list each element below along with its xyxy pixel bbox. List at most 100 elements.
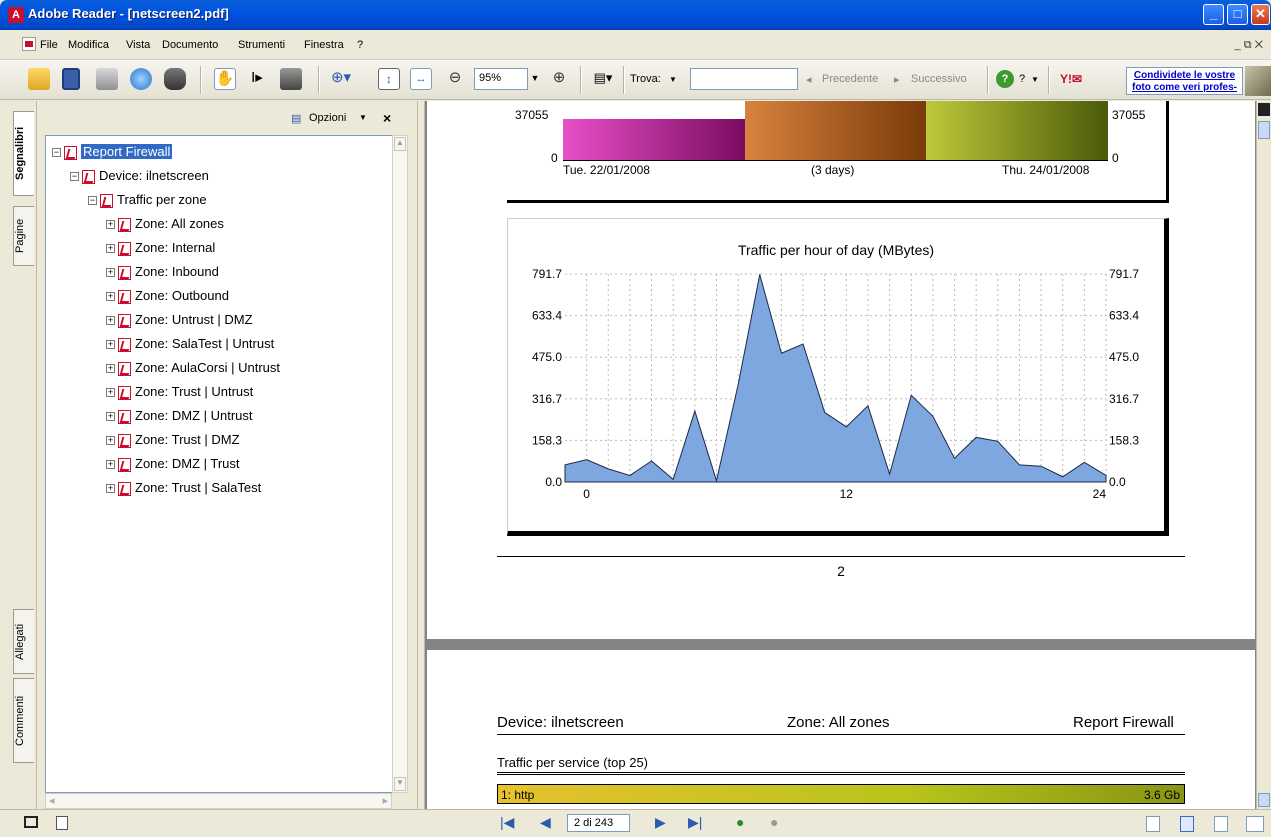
menu-file[interactable]: File — [40, 39, 58, 51]
single-page-icon[interactable] — [1146, 816, 1160, 832]
scroll-up-icon[interactable]: ▲ — [394, 137, 406, 151]
zoom-out-icon[interactable]: ⊖ — [444, 68, 466, 90]
expand-icon[interactable]: + — [106, 220, 115, 230]
bookmark-item[interactable]: − Traffic per zone — [88, 190, 207, 210]
go-forward-icon[interactable]: ● — [770, 814, 778, 830]
close-panel-icon[interactable]: × — [383, 110, 391, 126]
previous-icon[interactable]: ◂ — [806, 73, 812, 86]
bookmark-item[interactable]: − Report Firewall — [52, 142, 173, 162]
menu-finestra[interactable]: Finestra — [304, 39, 344, 51]
bookmark-item[interactable]: + Zone: DMZ | Untrust — [106, 406, 253, 426]
bookmark-item[interactable]: + Zone: Inbound — [106, 262, 219, 282]
scroll-thumb[interactable] — [1258, 121, 1270, 139]
expand-icon[interactable]: + — [106, 436, 115, 446]
minimize-button[interactable]: _ — [1203, 4, 1224, 25]
bookmarks-vertical-scrollbar[interactable]: ▲ ▼ — [392, 135, 408, 793]
collapse-icon[interactable]: − — [88, 196, 97, 206]
continuous-facing-icon[interactable] — [1246, 816, 1264, 832]
expand-icon[interactable]: + — [106, 460, 115, 470]
tab-comments[interactable]: Commenti — [13, 678, 34, 763]
scroll-down-icon[interactable] — [1258, 793, 1270, 807]
expand-icon[interactable]: + — [106, 316, 115, 326]
print-icon[interactable] — [96, 68, 118, 90]
yahoo-icon[interactable]: Y!✉ — [1060, 68, 1100, 90]
bookmark-item[interactable]: + Zone: Untrust | DMZ — [106, 310, 253, 330]
maximize-button[interactable]: □ — [1227, 4, 1248, 25]
tab-pages[interactable]: Pagine — [13, 206, 34, 266]
previous-button[interactable]: Precedente — [822, 73, 878, 85]
next-icon[interactable]: ▸ — [894, 73, 900, 86]
ad-image[interactable] — [1245, 66, 1271, 96]
zoom-field[interactable]: 95% — [474, 68, 528, 90]
previous-page-icon[interactable]: ◀ — [540, 814, 551, 831]
snapshot-icon[interactable] — [280, 68, 302, 90]
expand-icon[interactable]: + — [106, 244, 115, 254]
bookmark-item[interactable]: + Zone: Trust | DMZ — [106, 430, 240, 450]
continuous-icon[interactable] — [1180, 816, 1194, 832]
menu-vista[interactable]: Vista — [126, 39, 150, 51]
fit-width-icon[interactable]: ↔ — [410, 68, 432, 90]
select-tool-icon[interactable]: I▸ — [246, 68, 268, 90]
bookmark-item[interactable]: + Zone: Outbound — [106, 286, 229, 306]
fit-page-icon[interactable]: ↕ — [378, 68, 400, 90]
collapse-icon[interactable]: − — [70, 172, 79, 182]
bookmark-item[interactable]: + Zone: Trust | SalaTest — [106, 478, 261, 498]
options-button[interactable]: Opzioni — [309, 112, 346, 124]
help-icon[interactable]: ? — [996, 70, 1014, 88]
next-page-icon[interactable]: ▶ — [655, 814, 666, 831]
bookmark-item[interactable]: + Zone: AulaCorsi | Untrust — [106, 358, 280, 378]
menu-help[interactable]: ? — [357, 39, 363, 51]
bookmarks-horizontal-scrollbar[interactable]: ◂ ▸ — [45, 793, 392, 809]
menu-modifica[interactable]: Modifica — [68, 39, 109, 51]
expand-icon[interactable]: + — [106, 292, 115, 302]
options-dropdown-icon[interactable]: ▼ — [359, 113, 367, 122]
ad-banner[interactable]: Condividete le vostre foto come veri pro… — [1126, 67, 1243, 95]
page-icon[interactable] — [56, 816, 68, 830]
menu-documento[interactable]: Documento — [162, 39, 218, 51]
binoculars-icon[interactable] — [164, 68, 186, 90]
document-vertical-scrollbar[interactable] — [1256, 101, 1271, 809]
page-layout-icon[interactable]: ▤▾ — [588, 68, 618, 90]
bookmark-item[interactable]: + Zone: SalaTest | Untrust — [106, 334, 274, 354]
expand-icon[interactable]: + — [106, 340, 115, 350]
page-number-field[interactable]: 2 di 243 — [567, 814, 630, 832]
tab-attachments[interactable]: Allegati — [13, 609, 34, 674]
expand-icon[interactable]: + — [106, 412, 115, 422]
scroll-left-icon[interactable]: ◂ — [49, 794, 55, 807]
help-dropdown-icon[interactable]: ▼ — [1031, 75, 1039, 84]
screen-mode-icon[interactable] — [24, 816, 38, 828]
mdi-controls[interactable]: _ ⧉ ✕ — [1235, 39, 1263, 52]
expand-icon[interactable]: + — [106, 484, 115, 494]
help-menu-button[interactable]: ? — [1019, 73, 1025, 85]
save-icon[interactable] — [62, 68, 80, 90]
email-icon[interactable] — [130, 68, 152, 90]
facing-icon[interactable] — [1214, 816, 1228, 832]
first-page-icon[interactable]: |◀ — [500, 814, 514, 831]
zoom-in-plus-icon[interactable]: ⊕ — [548, 68, 570, 90]
expand-icon[interactable]: + — [106, 268, 115, 278]
bookmark-item[interactable]: + Zone: Internal — [106, 238, 215, 258]
close-button[interactable]: ✕ — [1251, 4, 1270, 25]
go-back-icon[interactable]: ● — [736, 814, 744, 830]
document-icon[interactable] — [22, 37, 36, 51]
open-icon[interactable] — [28, 68, 50, 90]
find-input[interactable] — [690, 68, 798, 90]
menu-strumenti[interactable]: Strumenti — [238, 39, 285, 51]
last-page-icon[interactable]: ▶| — [688, 814, 702, 831]
collapse-icon[interactable]: − — [52, 148, 61, 158]
expand-icon[interactable]: + — [106, 388, 115, 398]
tab-bookmarks[interactable]: Segnalibri — [13, 111, 34, 196]
zoom-in-icon[interactable]: ⊕▾ — [330, 68, 352, 90]
scroll-down-icon[interactable]: ▼ — [394, 777, 406, 791]
options-icon[interactable]: ▤ — [291, 112, 301, 125]
find-options-icon[interactable]: ▼ — [669, 75, 677, 84]
pane-splitter[interactable] — [417, 101, 425, 809]
scroll-up-icon[interactable] — [1258, 103, 1270, 116]
next-button[interactable]: Successivo — [911, 73, 967, 85]
bookmark-item[interactable]: + Zone: DMZ | Trust — [106, 454, 240, 474]
expand-icon[interactable]: + — [106, 364, 115, 374]
bookmark-item[interactable]: + Zone: Trust | Untrust — [106, 382, 253, 402]
hand-tool-icon[interactable]: ✋ — [214, 68, 236, 90]
bookmark-item[interactable]: + Zone: All zones — [106, 214, 224, 234]
zoom-dropdown-icon[interactable]: ▼ — [528, 68, 542, 90]
